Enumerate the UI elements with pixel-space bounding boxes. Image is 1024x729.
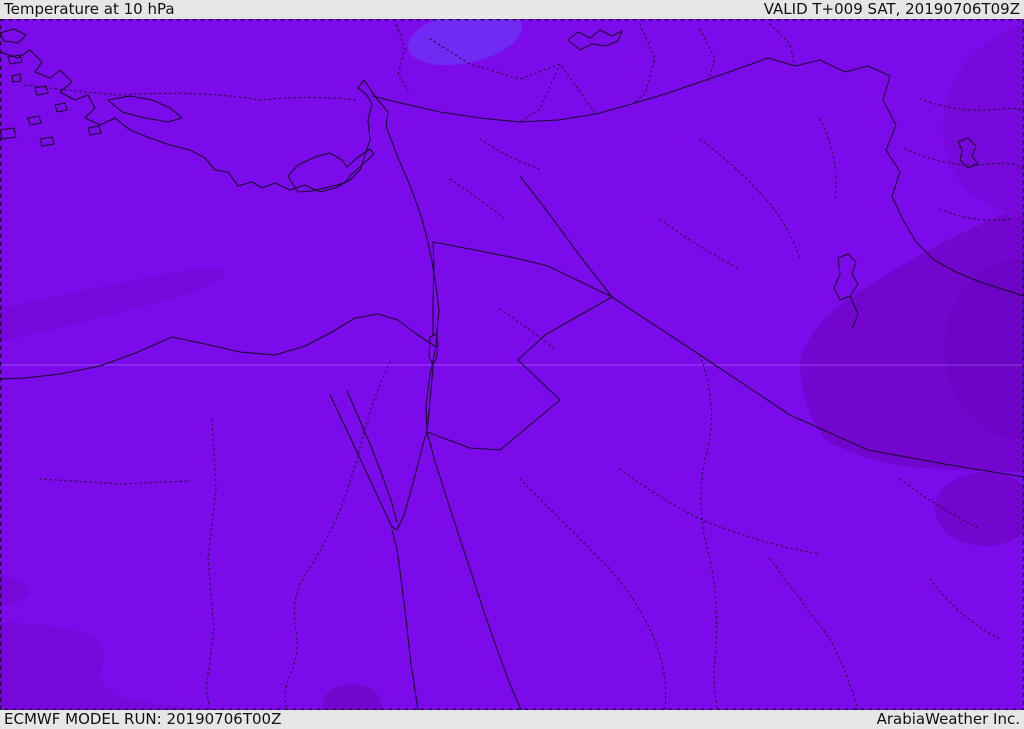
- footer-bar: ECMWF MODEL RUN: 20190706T00Z ArabiaWeat…: [0, 710, 1024, 729]
- brand-label: ArabiaWeather Inc.: [876, 710, 1020, 728]
- weather-map-product: Temperature at 10 hPa VALID T+009 SAT, 2…: [0, 0, 1024, 729]
- header-bar: Temperature at 10 hPa VALID T+009 SAT, 2…: [0, 0, 1024, 19]
- weather-map: [0, 19, 1024, 710]
- valid-time-label: VALID T+009 SAT, 20190706T09Z: [763, 0, 1020, 18]
- map-title: Temperature at 10 hPa: [4, 0, 175, 18]
- model-run-label: ECMWF MODEL RUN: 20190706T00Z: [4, 710, 282, 728]
